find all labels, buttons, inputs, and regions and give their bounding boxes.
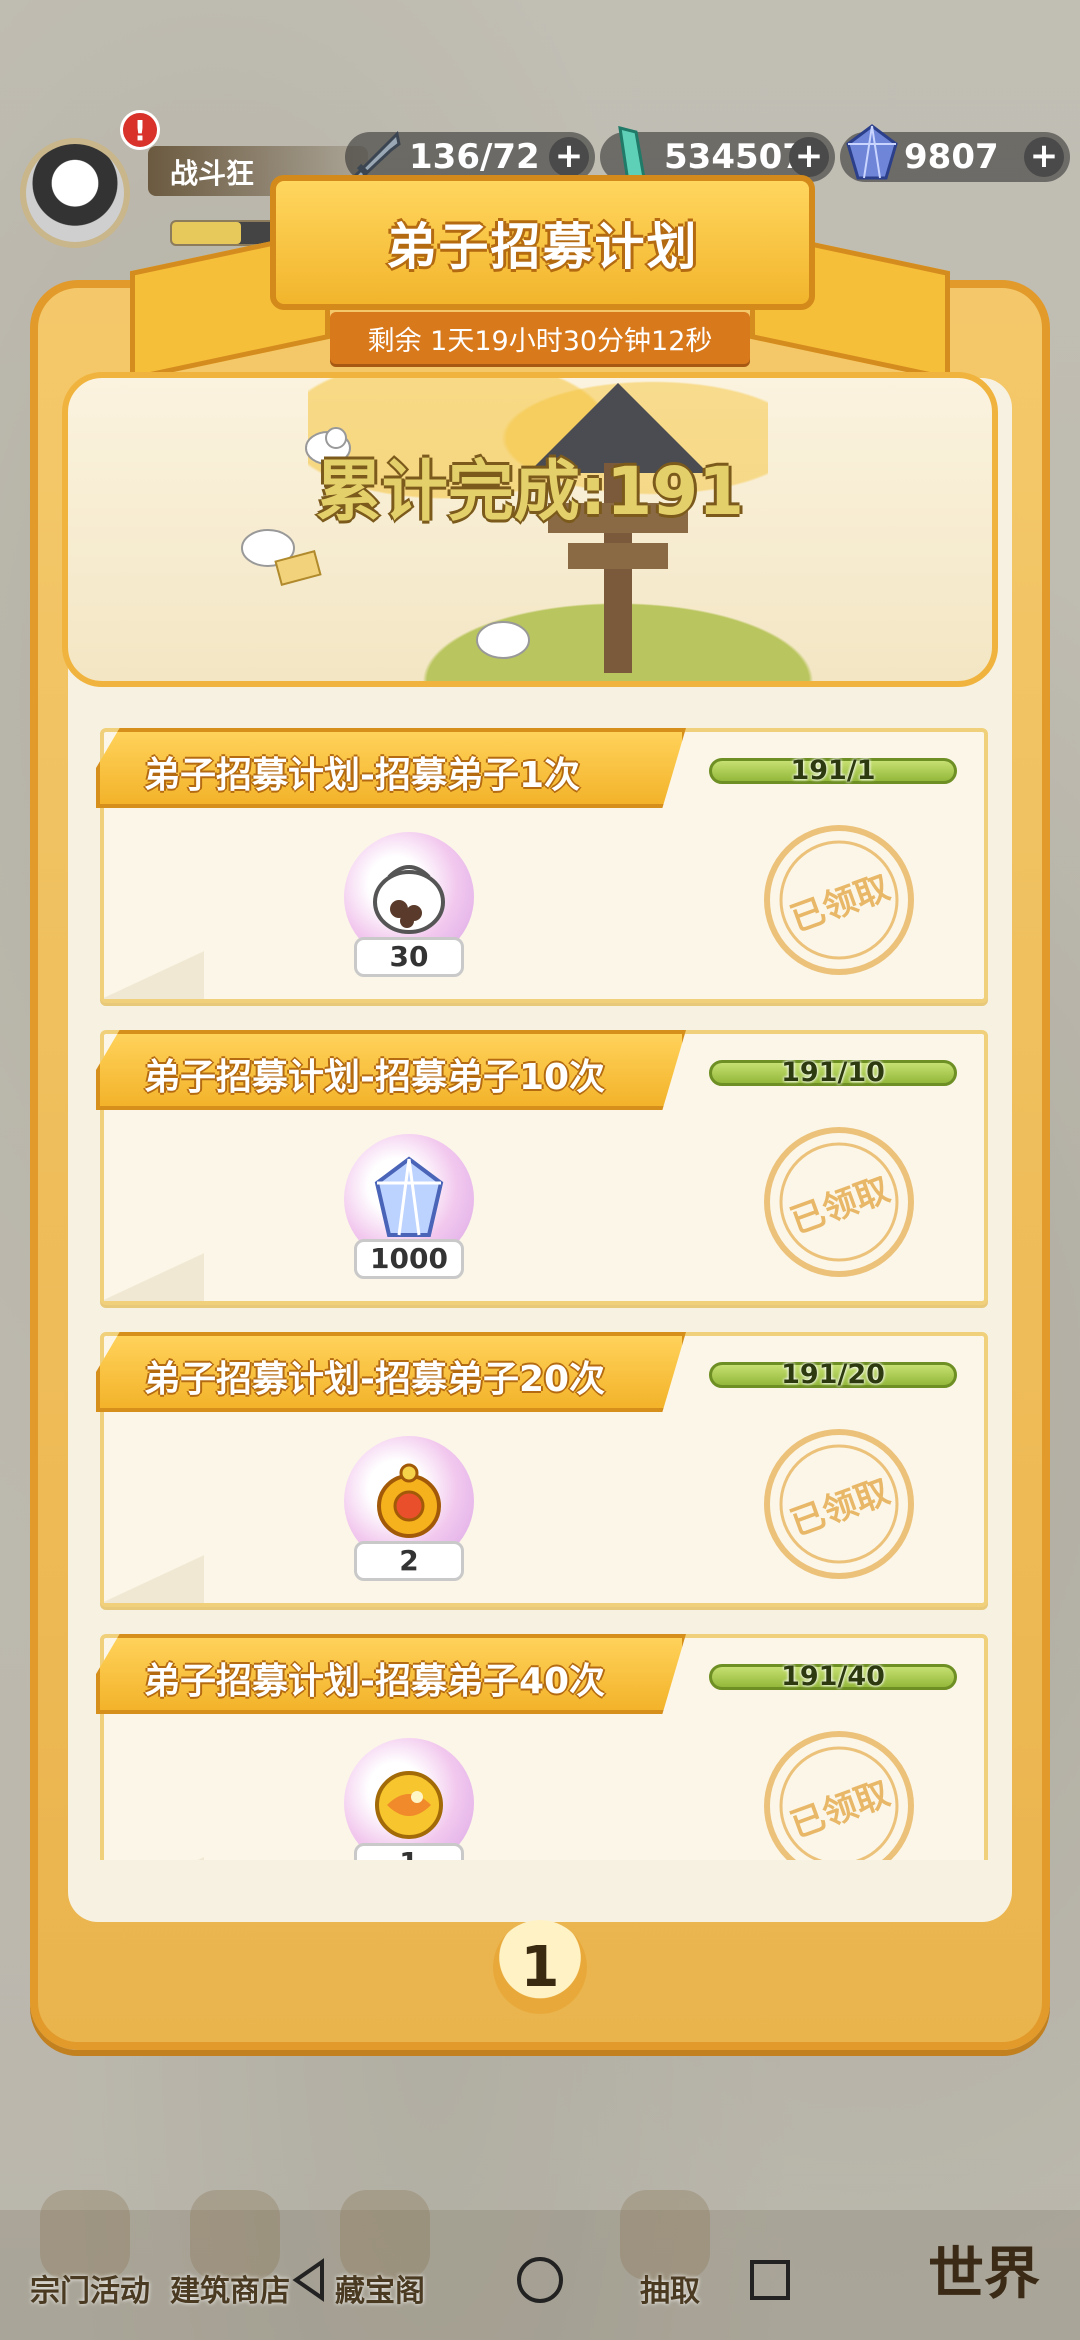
panel-title: 弟子招募计划 [386, 217, 699, 276]
quest-card: 弟子招募计划-招募弟子1次 191/1 30 已领取 [96, 728, 988, 1003]
blue-gem-icon [846, 124, 898, 180]
claimed-stamp: 已领取 [759, 1726, 919, 1860]
quest-card: 弟子招募计划-招募弟子20次 191/20 2 已领取 [96, 1332, 988, 1607]
blue-gem-icon [374, 1156, 444, 1237]
add-jade-button[interactable]: + [789, 137, 829, 177]
resource-gem: 9807 + [840, 124, 1070, 182]
resource-value: 9807 [904, 137, 999, 177]
reward-item[interactable]: 30 [344, 832, 474, 982]
white-pouch-icon [373, 865, 445, 934]
quest-title: 弟子招募计划-招募弟子20次 [144, 1359, 606, 1400]
total-completed: 累计完成:191 [315, 453, 745, 530]
reward-count: 2 [354, 1541, 464, 1581]
quest-list[interactable]: 弟子招募计划-招募弟子1次 191/1 30 已领取 弟子招募计划-招募弟子10… [62, 720, 998, 1860]
page-indicator[interactable]: 1 [493, 1920, 587, 2014]
quest-title: 弟子招募计划-招募弟子1次 [144, 755, 580, 796]
back-icon[interactable] [270, 2240, 350, 2320]
page-fold [104, 949, 204, 999]
reward-count: 1000 [354, 1239, 464, 1279]
resource-value: 136/72 [409, 137, 540, 177]
reward-item[interactable]: 2 [344, 1436, 474, 1586]
home-icon[interactable] [500, 2240, 580, 2320]
page-fold [104, 1855, 204, 1860]
bird-icon [476, 621, 530, 659]
countdown-timer: 剩余 1天19小时30分钟12秒 [330, 312, 750, 364]
claimed-stamp: 已领取 [759, 820, 919, 980]
resource-value: 534507 [664, 137, 806, 177]
avatar[interactable] [20, 138, 130, 248]
title-ribbon: 弟子招募计划 [270, 175, 815, 310]
add-gem-button[interactable]: + [1024, 137, 1064, 177]
progress-text: 191/20 [781, 1359, 885, 1390]
progress-text: 191/1 [790, 755, 876, 786]
reward-count: 1 [354, 1843, 464, 1860]
quest-progress-bar: 191/1 [709, 755, 957, 786]
quest-progress-bar: 191/40 [709, 1661, 957, 1692]
quest-title: 弟子招募计划-招募弟子10次 [144, 1057, 606, 1098]
quest-progress-bar: 191/20 [709, 1359, 957, 1390]
bottom-nav: 宗门活动 建筑商店 藏宝阁 抽取 世界 [0, 2190, 1080, 2340]
progress-banner: 累计完成:191 [62, 372, 998, 687]
page-fold [104, 1251, 204, 1301]
reward-item[interactable]: 1 [344, 1738, 474, 1860]
golden-orb-icon [375, 1771, 443, 1839]
quest-card: 弟子招募计划-招募弟子40次 191/40 1 已领取 [96, 1634, 988, 1860]
system-nav-bar [0, 2240, 1080, 2320]
progress-text: 191/10 [781, 1057, 885, 1088]
quest-title: 弟子招募计划-招募弟子40次 [144, 1661, 606, 1702]
recents-icon[interactable] [730, 2240, 810, 2320]
progress-text: 191/40 [781, 1661, 885, 1692]
alert-badge: ! [120, 110, 160, 150]
page-fold [104, 1553, 204, 1603]
claimed-stamp: 已领取 [759, 1122, 919, 1282]
quest-card: 弟子招募计划-招募弟子10次 191/10 1000 已领取 [96, 1030, 988, 1305]
quest-progress-bar: 191/10 [709, 1057, 957, 1088]
reward-item[interactable]: 1000 [344, 1134, 474, 1284]
claimed-stamp: 已领取 [759, 1424, 919, 1584]
add-sword-button[interactable]: + [549, 137, 589, 177]
golden-ring-icon [377, 1463, 441, 1538]
reward-count: 30 [354, 937, 464, 977]
